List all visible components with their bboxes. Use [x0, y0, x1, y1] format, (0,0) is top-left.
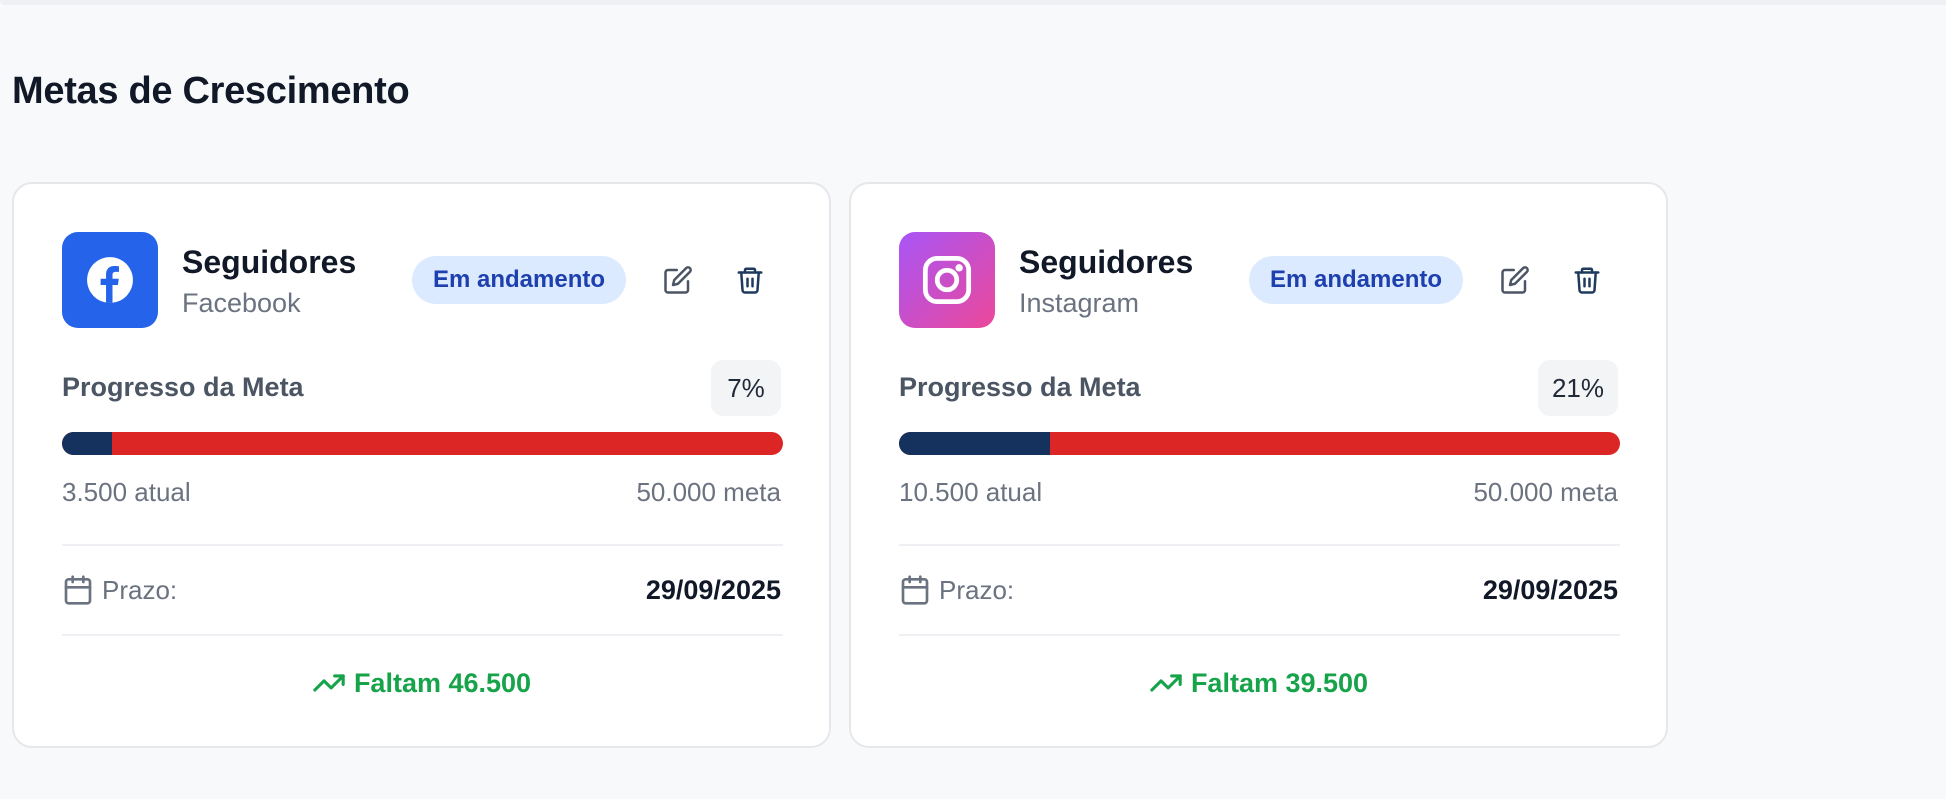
instagram-icon	[899, 232, 995, 328]
metric-name: Seguidores	[1019, 244, 1194, 280]
percent-badge: 21%	[1537, 360, 1618, 416]
progress-bar	[899, 432, 1620, 455]
edit-button[interactable]	[1495, 260, 1535, 300]
remaining-text: Faltam 46.500	[353, 667, 532, 698]
delete-button[interactable]	[1567, 260, 1607, 300]
goal-card-facebook: Seguidores Facebook Em andamento Progres…	[12, 182, 831, 748]
trending-up-icon	[1150, 674, 1182, 692]
delete-button[interactable]	[730, 260, 770, 300]
remaining-indicator: Faltam 46.500	[14, 666, 829, 700]
goal-card-instagram: Seguidores Instagram Em andamento Progre…	[849, 182, 1668, 748]
trash-icon	[1574, 267, 1600, 294]
divider	[62, 634, 783, 636]
status-badge: Em andamento	[1249, 256, 1463, 304]
progress-fill	[899, 432, 1051, 455]
progress-fill	[62, 432, 113, 455]
remaining-indicator: Faltam 39.500	[851, 666, 1666, 700]
status-badge: Em andamento	[412, 256, 626, 304]
progress-label: Progresso da Meta	[62, 372, 304, 402]
platform-name: Instagram	[1019, 288, 1140, 318]
divider	[899, 634, 1620, 636]
progress-bar	[62, 432, 783, 455]
current-value: 10.500 atual	[899, 477, 1043, 507]
deadline-date: 29/09/2025	[645, 575, 781, 605]
remaining-text: Faltam 39.500	[1190, 667, 1369, 698]
section-title: Metas de Crescimento	[12, 70, 410, 112]
progress-label: Progresso da Meta	[899, 372, 1141, 402]
deadline-date: 29/09/2025	[1482, 575, 1618, 605]
trash-icon	[737, 267, 763, 294]
platform-name: Facebook	[182, 288, 301, 318]
current-value: 3.500 atual	[62, 477, 191, 507]
calendar-icon	[64, 575, 92, 605]
top-panel-edge	[0, 0, 1946, 5]
deadline-label: Prazo:	[939, 575, 1015, 605]
target-value: 50.000 meta	[636, 477, 781, 507]
divider	[62, 544, 783, 546]
facebook-icon	[62, 232, 158, 328]
metric-name: Seguidores	[182, 244, 357, 280]
percent-badge: 7%	[711, 360, 781, 416]
edit-icon	[664, 266, 692, 294]
deadline-label: Prazo:	[102, 575, 178, 605]
calendar-icon	[901, 575, 929, 605]
divider	[899, 544, 1620, 546]
target-value: 50.000 meta	[1473, 477, 1618, 507]
edit-button[interactable]	[658, 260, 698, 300]
trending-up-icon	[313, 674, 345, 692]
edit-icon	[1501, 266, 1529, 294]
